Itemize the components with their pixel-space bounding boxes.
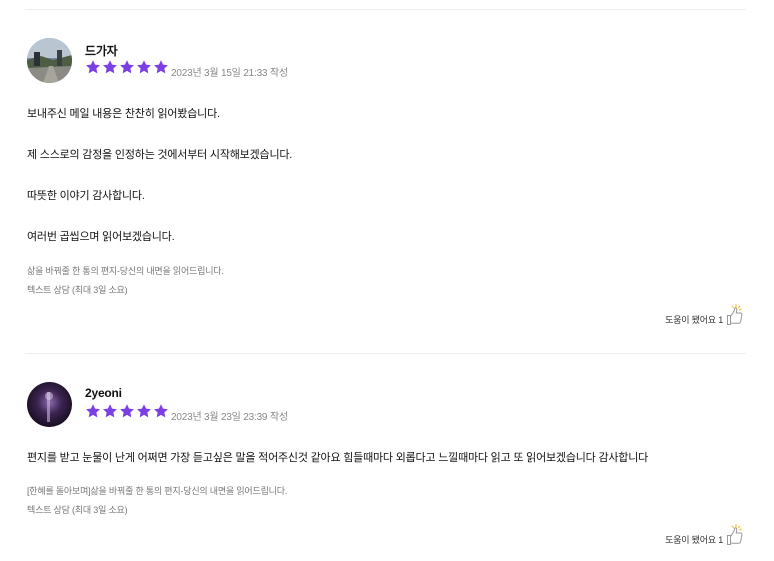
star-icon	[136, 59, 152, 75]
star-icon	[136, 403, 152, 419]
helpful-label: 도움이 됐어요 1	[665, 315, 723, 325]
star-rating	[85, 403, 169, 419]
review-date: 2023년 3월 23일 23:39 작성	[171, 412, 288, 423]
helpful-button[interactable]: 도움이 됐어요 1	[665, 524, 744, 546]
product-name: [한혜를 돌아보며]삶을 바꿔줄 한 통의 편지-당신의 내면을 읽어드립니다.	[27, 486, 288, 496]
review-text-line: 제 스스로의 감정을 인정하는 것에서부터 시작해보겠습니다.	[27, 149, 293, 161]
helpful-button[interactable]: 도움이 됐어요 1	[665, 304, 744, 326]
avatar	[27, 38, 72, 83]
review-text-line: 따뜻한 이야기 감사합니다.	[27, 190, 145, 202]
star-icon	[85, 59, 101, 75]
star-rating	[85, 59, 169, 75]
review-text-line: 보내주신 메일 내용은 찬찬히 읽어봤습니다.	[27, 108, 220, 120]
star-icon	[119, 403, 135, 419]
star-icon	[102, 59, 118, 75]
review-divider	[25, 353, 746, 354]
avatar	[27, 382, 72, 427]
review-author: 2yeoni	[85, 386, 122, 400]
star-icon	[119, 59, 135, 75]
star-icon	[153, 59, 169, 75]
top-divider	[25, 9, 746, 10]
review-text-line: 여러번 곱씹으며 읽어보겠습니다.	[27, 231, 175, 243]
product-option: 텍스트 상담 (최대 3일 소요)	[27, 285, 128, 295]
review-item: 드가자 2023년 3월 15일 21:33 작성 보내주신 메일 내용은 찬찬…	[27, 38, 746, 330]
review-item: 2yeoni 2023년 3월 23일 23:39 작성 편지를 받고 눈물이 …	[27, 382, 746, 552]
helpful-label: 도움이 됐어요 1	[665, 535, 723, 545]
product-option: 텍스트 상담 (최대 3일 소요)	[27, 505, 128, 515]
star-icon	[102, 403, 118, 419]
review-date: 2023년 3월 15일 21:33 작성	[171, 68, 288, 79]
review-text-line: 편지를 받고 눈물이 난게 어쩌면 가장 듣고싶은 말을 적어주신것 같아요 힘…	[27, 452, 649, 464]
star-icon	[153, 403, 169, 419]
review-author: 드가자	[85, 44, 118, 58]
product-name: 삶을 바꿔줄 한 통의 편지-당신의 내면을 읽어드립니다.	[27, 266, 224, 276]
thumbs-up-icon	[726, 304, 744, 326]
thumbs-up-icon	[726, 524, 744, 546]
star-icon	[85, 403, 101, 419]
